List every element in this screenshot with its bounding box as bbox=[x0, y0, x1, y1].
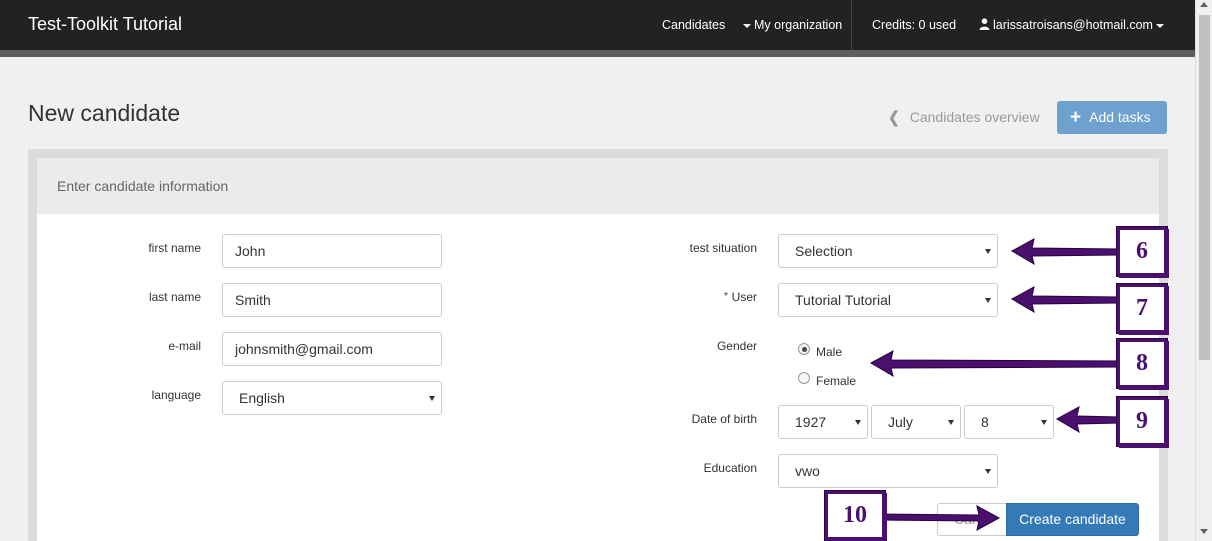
gender-female-label: Female bbox=[816, 374, 857, 388]
navbar-stripe bbox=[0, 50, 1195, 57]
dob-label: Date of birth bbox=[691, 412, 757, 426]
create-candidate-button[interactable]: Create candidate bbox=[1006, 503, 1139, 536]
last-name-input[interactable]: Smith bbox=[222, 283, 442, 317]
candidates-overview-label: Candidates overview bbox=[909, 109, 1040, 125]
nav-candidates[interactable]: Candidates bbox=[662, 18, 725, 32]
language-label: language bbox=[151, 388, 201, 402]
education-label: Education bbox=[703, 461, 757, 475]
first-name-label: first name bbox=[148, 241, 201, 255]
annotation-marker-6: 6 bbox=[1117, 227, 1167, 276]
chevron-left-icon: ❮ bbox=[888, 108, 900, 126]
candidates-overview-link[interactable]: ❮ Candidates overview bbox=[888, 108, 1040, 126]
test-situation-select[interactable]: Selection bbox=[778, 234, 998, 268]
gender-male-radio[interactable] bbox=[798, 343, 810, 355]
dob-day-select[interactable]: 8 bbox=[964, 405, 1054, 439]
nav-divider bbox=[851, 0, 852, 50]
first-name-input[interactable]: John bbox=[222, 234, 442, 268]
email-input[interactable]: johnsmith@gmail.com bbox=[222, 332, 442, 366]
education-select[interactable]: vwo bbox=[778, 454, 998, 488]
test-situation-label: test situation bbox=[689, 241, 757, 255]
scroll-down-arrow-icon[interactable] bbox=[1200, 529, 1208, 534]
gender-female-radio[interactable] bbox=[798, 372, 810, 384]
nav-credits[interactable]: Credits: 0 used bbox=[872, 18, 956, 32]
gender-male-label: Male bbox=[816, 345, 843, 359]
brand-title[interactable]: Test-Toolkit Tutorial bbox=[28, 14, 182, 35]
vertical-scrollbar[interactable] bbox=[1195, 0, 1212, 541]
annotation-marker-8: 8 bbox=[1117, 339, 1167, 388]
required-asterisk: * bbox=[724, 291, 728, 302]
scroll-up-arrow-icon[interactable] bbox=[1200, 2, 1208, 7]
add-tasks-button[interactable]: + Add tasks bbox=[1057, 101, 1167, 134]
chevron-down-icon bbox=[1155, 23, 1164, 28]
scroll-thumb[interactable] bbox=[1199, 15, 1210, 360]
user-email: larissatroisans@hotmail.com bbox=[993, 18, 1153, 32]
user-label: User bbox=[731, 290, 757, 304]
language-select[interactable]: English bbox=[222, 381, 442, 415]
top-navbar: Test-Toolkit Tutorial Candidates My orga… bbox=[0, 0, 1195, 50]
last-name-label: last name bbox=[148, 290, 201, 304]
panel-heading-text: Enter candidate information bbox=[57, 178, 229, 194]
dob-year-select[interactable]: 1927 bbox=[778, 405, 868, 439]
chevron-down-icon bbox=[743, 23, 751, 28]
annotation-marker-7: 7 bbox=[1117, 284, 1167, 333]
panel-heading: Enter candidate information bbox=[37, 158, 1159, 214]
email-label: e-mail bbox=[168, 339, 201, 353]
nav-my-organization[interactable]: My organization bbox=[740, 18, 842, 32]
user-select[interactable]: Tutorial Tutorial bbox=[778, 283, 998, 317]
nav-user-menu[interactable]: larissatroisans@hotmail.com bbox=[979, 18, 1167, 32]
annotation-marker-10: 10 bbox=[825, 491, 885, 540]
gender-label: Gender bbox=[716, 339, 757, 353]
plus-icon: + bbox=[1070, 107, 1082, 128]
annotation-marker-9: 9 bbox=[1117, 397, 1167, 446]
nav-my-organization-label: My organization bbox=[754, 18, 843, 32]
dob-month-select[interactable]: July bbox=[871, 405, 961, 439]
add-tasks-label: Add tasks bbox=[1089, 109, 1151, 125]
user-icon bbox=[979, 18, 990, 30]
cancel-button[interactable]: Canc bbox=[937, 503, 1009, 536]
page-title: New candidate bbox=[28, 100, 181, 126]
